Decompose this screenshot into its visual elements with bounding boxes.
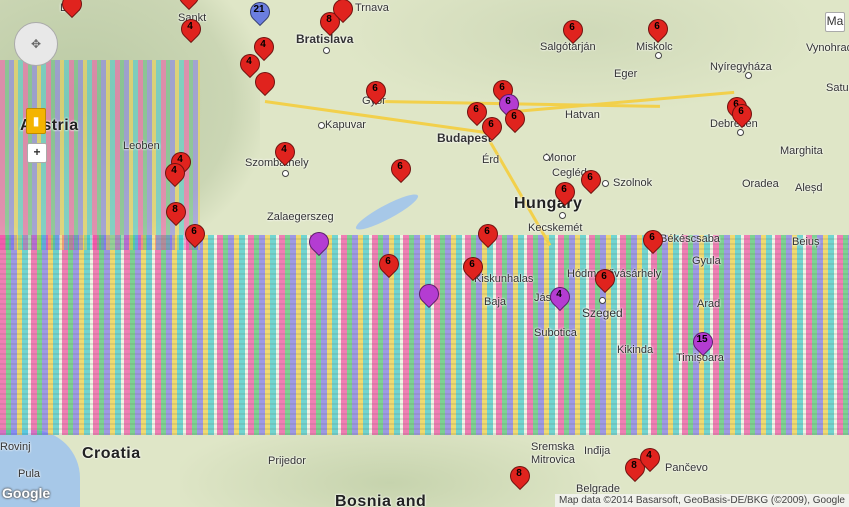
city-dot — [543, 154, 550, 161]
map-marker[interactable]: 6 — [558, 15, 588, 46]
map-marker[interactable]: 6 — [458, 252, 488, 283]
map-marker[interactable]: 8 — [505, 461, 535, 492]
map-marker[interactable]: 4 — [635, 443, 665, 474]
city-label: Nyíregyháza — [710, 61, 772, 73]
city-dot — [559, 212, 566, 219]
city-dot — [599, 297, 606, 304]
city-dot — [602, 180, 609, 187]
map-marker[interactable] — [174, 0, 204, 12]
map-marker[interactable]: 6 — [473, 219, 503, 250]
city-label: Kecskemét — [528, 222, 583, 234]
city-label: Subotica — [534, 327, 577, 339]
map-marker[interactable]: 15 — [688, 327, 718, 358]
city-label: Szeged — [582, 306, 623, 320]
city-label: Kapuvar — [325, 119, 366, 131]
city-label: Baja — [484, 296, 507, 308]
map-marker[interactable] — [57, 0, 87, 20]
google-logo[interactable]: Google — [2, 485, 50, 501]
city-label: Prijedor — [268, 455, 306, 467]
city-label: Sremska Mitrovica — [531, 441, 576, 466]
map-marker[interactable]: 6 — [180, 219, 210, 250]
map-attribution: Map data ©2014 Basarsoft, GeoBasis-DE/BK… — [555, 494, 849, 507]
pegman-icon: ▮ — [32, 114, 40, 128]
city-dot — [318, 122, 325, 129]
map-marker[interactable] — [414, 279, 444, 310]
pan-arrows-icon: ✥ — [30, 37, 42, 51]
map-marker[interactable]: 8 — [161, 197, 191, 228]
zoom-in-button[interactable]: + — [27, 143, 47, 163]
map-type-control[interactable]: Ma — [825, 12, 845, 32]
city-label: Trnava — [355, 2, 389, 14]
city-dot — [737, 129, 744, 136]
map-marker[interactable]: 6 — [374, 249, 404, 280]
country-label-bosnia: Bosnia and — [335, 493, 427, 507]
map-marker[interactable]: 6 — [477, 112, 507, 143]
map-marker[interactable]: 6 — [386, 154, 416, 185]
map-marker[interactable]: 6 — [643, 14, 673, 45]
city-label: Beiuș — [792, 236, 820, 248]
map-marker[interactable]: 6 — [638, 225, 668, 256]
city-label: Békéscsaba — [660, 233, 720, 245]
map-marker[interactable]: 4 — [545, 282, 575, 313]
city-label: Érd — [482, 154, 500, 166]
city-dot — [323, 47, 330, 54]
render-noise-band — [0, 235, 849, 435]
city-label: Eger — [614, 68, 638, 80]
city-label: Gyula — [692, 255, 721, 267]
city-label: Arad — [697, 298, 721, 310]
city-label: Leoben — [123, 140, 160, 152]
map-marker[interactable] — [250, 67, 280, 98]
city-label: Inđija — [584, 445, 611, 457]
city-label: Aleșd — [795, 182, 823, 194]
city-label: Marghita — [780, 145, 823, 157]
city-dot — [282, 170, 289, 177]
city-label: Rovinj — [0, 441, 31, 453]
street-view-pegman[interactable]: ▮ — [26, 108, 46, 134]
city-label: Kikinda — [617, 344, 654, 356]
city-label: Hatvan — [565, 109, 600, 121]
map-marker[interactable]: 6 — [550, 177, 580, 208]
city-label: Pančevo — [665, 462, 708, 474]
map-marker[interactable]: 6 — [500, 104, 530, 135]
city-label: Satu — [826, 82, 849, 94]
city-label: Vynohradiv — [806, 42, 849, 54]
country-label-croatia: Croatia — [82, 445, 141, 462]
map-marker[interactable]: 21 — [245, 0, 275, 28]
map-marker[interactable]: 4 — [160, 158, 190, 189]
map-marker[interactable] — [304, 227, 334, 258]
city-label: Pula — [18, 468, 41, 480]
map-canvas[interactable]: Austria Hungary Croatia Bosnia and Linz … — [0, 0, 849, 507]
city-label: Zalaegerszeg — [267, 211, 334, 223]
map-marker[interactable]: 6 — [576, 165, 606, 196]
northern-hills — [350, 0, 810, 110]
city-label: Oradea — [742, 178, 779, 190]
city-label: Kiskunhalas — [474, 273, 534, 285]
city-dot — [655, 52, 662, 59]
map-marker[interactable]: 6 — [361, 76, 391, 107]
map-marker[interactable]: 6 — [727, 99, 757, 130]
city-dot — [745, 72, 752, 79]
map-marker[interactable]: 6 — [590, 264, 620, 295]
map-marker[interactable] — [328, 0, 358, 25]
city-label: Szolnok — [613, 177, 653, 189]
map-marker[interactable]: 4 — [270, 137, 300, 168]
map-marker[interactable]: 4 — [176, 14, 206, 45]
lake-balaton — [352, 189, 422, 235]
pan-control[interactable]: ✥ — [14, 22, 58, 66]
